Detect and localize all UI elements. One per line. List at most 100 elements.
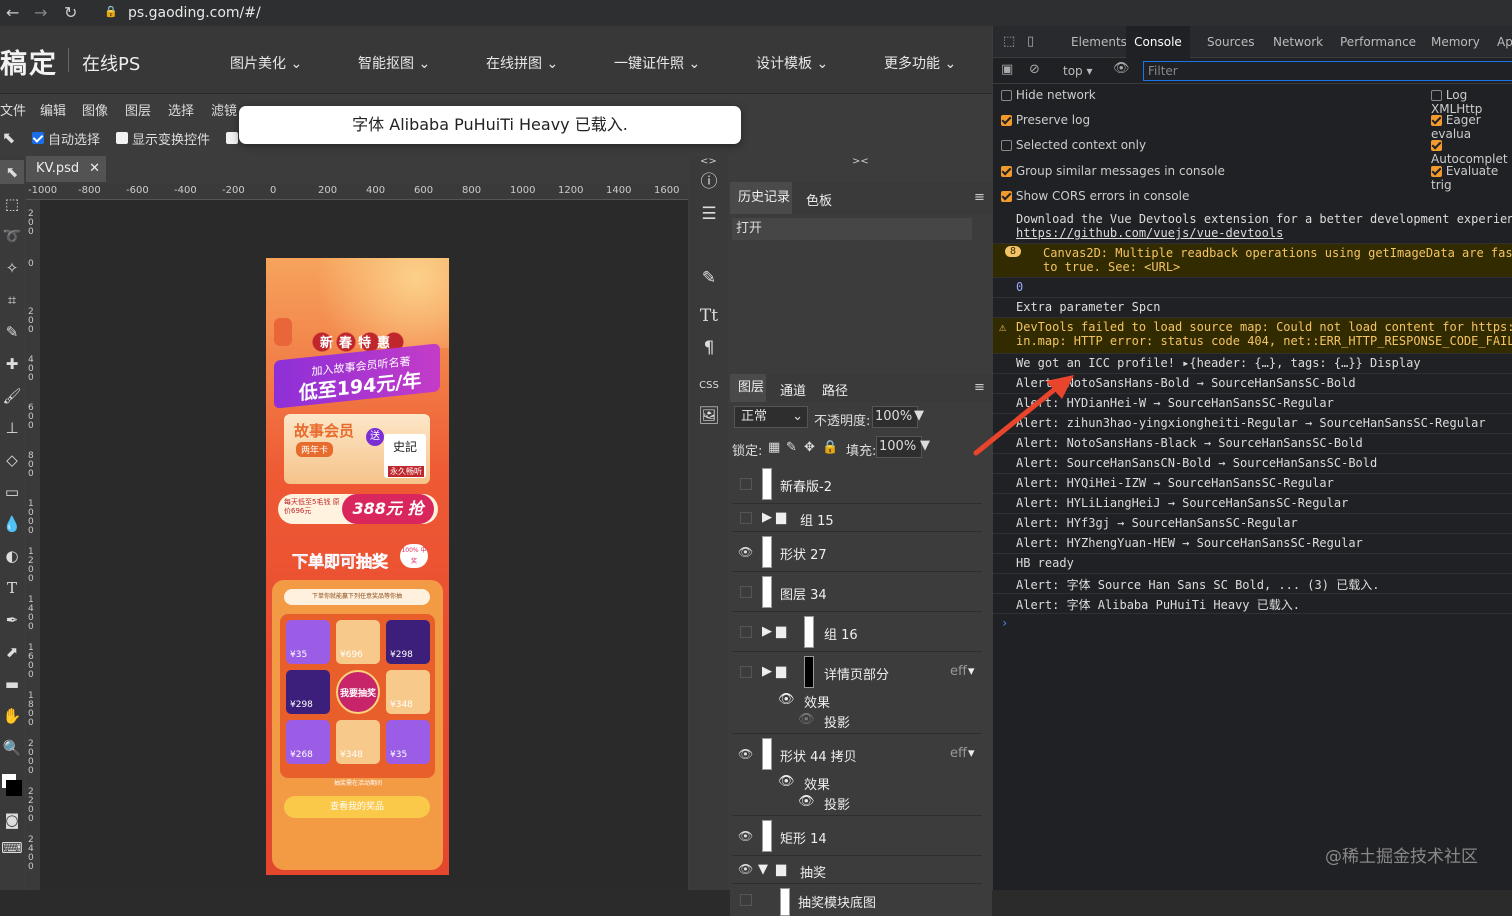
layer-row[interactable]: 👁 矩形 14 bbox=[732, 816, 982, 856]
opacity-input[interactable]: 100% bbox=[872, 406, 918, 428]
marquee-tool-icon[interactable]: ⬚ bbox=[0, 192, 24, 216]
nav-smart-cutout[interactable]: 智能抠图 ⌄ bbox=[358, 53, 430, 73]
text-tool-icon[interactable]: T bbox=[0, 576, 24, 600]
prize-cell[interactable]: ¥348 bbox=[336, 720, 380, 764]
reload-icon[interactable]: ↻ bbox=[64, 3, 77, 22]
tab-network[interactable]: Network bbox=[1273, 35, 1323, 49]
prize-cell[interactable]: ¥268 bbox=[286, 720, 330, 764]
tab-console[interactable]: Console bbox=[1126, 26, 1190, 58]
device-toggle-icon[interactable]: ▯ bbox=[1027, 34, 1034, 49]
menu-image[interactable]: 图像 bbox=[82, 100, 108, 119]
option-group-similar[interactable]: Group similar messages in console bbox=[1001, 164, 1225, 178]
expand-arrow-icon[interactable]: ▶ bbox=[762, 664, 772, 679]
info-icon[interactable]: ⓘ bbox=[690, 168, 728, 196]
screen-mode-icon[interactable]: ⌨ bbox=[0, 836, 24, 860]
lottery-center-button[interactable]: 我要抽奖 bbox=[336, 670, 380, 714]
menu-filter[interactable]: 滤镜 bbox=[211, 100, 237, 119]
sidebar-toggle-icon[interactable]: ▣ bbox=[1001, 62, 1013, 77]
layer-row[interactable]: 👁 形状 44 拷贝 eff ▾ 👁 效果 👁 投影 bbox=[732, 734, 982, 816]
tab-performance[interactable]: Performance bbox=[1340, 35, 1416, 49]
option-preserve-log[interactable]: Preserve log bbox=[1001, 113, 1090, 127]
brush-tool-icon[interactable]: 🖌 bbox=[0, 384, 24, 408]
eyedropper-icon[interactable]: ✎ bbox=[0, 320, 24, 344]
address-bar[interactable]: ps.gaoding.com/#/ bbox=[116, 2, 1512, 24]
tab-paths[interactable]: 路径 bbox=[822, 380, 848, 399]
logo[interactable]: 稿定 bbox=[0, 42, 58, 81]
visibility-toggle[interactable] bbox=[740, 512, 752, 524]
quick-mask-icon[interactable]: ◙ bbox=[0, 808, 24, 832]
menu-file[interactable]: 文件 bbox=[0, 100, 26, 119]
healing-icon[interactable]: ✚ bbox=[0, 352, 24, 376]
prize-cell[interactable]: ¥35 bbox=[286, 620, 330, 664]
prize-cell[interactable]: ¥35 bbox=[386, 720, 430, 764]
layer-row[interactable]: 图层 34 bbox=[732, 572, 982, 612]
artboard[interactable]: 新春特惠 加入故事会员听名著 低至194元/年 故事会员 两年卡 送 史記 永久… bbox=[266, 258, 449, 875]
nav-collage[interactable]: 在线拼图 ⌄ bbox=[486, 53, 558, 73]
hand-tool-icon[interactable]: ✋ bbox=[0, 704, 24, 728]
option-cors-errors[interactable]: Show CORS errors in console bbox=[1001, 189, 1189, 203]
fill-dropdown-icon[interactable]: ▼ bbox=[920, 438, 930, 453]
expand-icon[interactable]: >< bbox=[852, 156, 869, 167]
shape-tool-icon[interactable]: ▬ bbox=[0, 672, 24, 696]
gradient-tool-icon[interactable]: ▭ bbox=[0, 480, 24, 504]
lock-paint-icon[interactable]: ✎ bbox=[786, 440, 797, 455]
fill-input[interactable]: 100% bbox=[876, 436, 922, 458]
effects-badge[interactable]: eff bbox=[950, 664, 967, 679]
blur-tool-icon[interactable]: 💧 bbox=[0, 512, 24, 536]
visibility-toggle[interactable] bbox=[740, 478, 752, 490]
menu-layer[interactable]: 图层 bbox=[125, 100, 151, 119]
visibility-toggle[interactable] bbox=[740, 666, 752, 678]
prize-cell[interactable]: ¥298 bbox=[286, 670, 330, 714]
option-evaluate-triggers[interactable]: Evaluate trig bbox=[1431, 164, 1512, 192]
eye-icon[interactable]: 👁 bbox=[1113, 61, 1130, 76]
eye-icon[interactable]: 👁 bbox=[738, 862, 754, 876]
eye-icon[interactable]: 👁 bbox=[738, 829, 754, 843]
expand-arrow-icon[interactable]: ▶ bbox=[762, 510, 772, 525]
tab-sources[interactable]: Sources bbox=[1207, 35, 1254, 49]
eraser-tool-icon[interactable]: ◇ bbox=[0, 448, 24, 472]
move-tool-icon[interactable]: ⬉ bbox=[0, 160, 24, 184]
eye-icon[interactable]: 👁 bbox=[738, 747, 754, 761]
inspect-icon[interactable]: ⬚ bbox=[1003, 34, 1015, 49]
context-select[interactable]: top ▾ bbox=[1063, 64, 1093, 78]
dodge-tool-icon[interactable]: ◐ bbox=[0, 544, 24, 568]
panel-menu-icon[interactable]: ≡ bbox=[974, 190, 985, 205]
clear-console-icon[interactable]: ⊘ bbox=[1029, 62, 1040, 77]
brush-settings-icon[interactable]: ✎ bbox=[690, 264, 728, 292]
console-link[interactable]: https://github.com/vuejs/vue-devtools bbox=[1016, 226, 1512, 240]
layer-row[interactable]: 👁 形状 27 bbox=[732, 532, 982, 572]
chevron-down-icon[interactable]: ▾ bbox=[968, 746, 975, 761]
eye-icon[interactable]: 👁 bbox=[778, 692, 795, 707]
nav-photo-beautify[interactable]: 图片美化 ⌄ bbox=[230, 53, 302, 73]
tab-memory[interactable]: Memory bbox=[1431, 35, 1480, 49]
prize-cell[interactable]: ¥696 bbox=[336, 620, 380, 664]
forward-icon[interactable]: → bbox=[34, 3, 47, 22]
menu-select[interactable]: 选择 bbox=[168, 100, 194, 119]
tab-elements[interactable]: Elements bbox=[1071, 35, 1127, 49]
option-selected-context[interactable]: Selected context only bbox=[1001, 138, 1146, 152]
crop-tool-icon[interactable]: ⌗ bbox=[0, 288, 24, 312]
eye-icon[interactable]: 👁 bbox=[778, 774, 795, 789]
visibility-toggle[interactable] bbox=[740, 626, 752, 638]
option-log-xhr[interactable]: Log XMLHttp bbox=[1431, 88, 1512, 116]
prize-cell[interactable]: ¥348 bbox=[386, 670, 430, 714]
tab-application[interactable]: Ap bbox=[1497, 35, 1512, 49]
css-icon[interactable]: CSS bbox=[690, 372, 728, 400]
zoom-tool-icon[interactable]: 🔍 bbox=[0, 736, 24, 760]
stamp-tool-icon[interactable]: ⊥ bbox=[0, 416, 24, 440]
tab-swatches[interactable]: 色板 bbox=[806, 190, 832, 209]
auto-select-checkbox[interactable] bbox=[32, 130, 44, 145]
document-tab[interactable]: KV.psd ✕ bbox=[26, 156, 106, 182]
pen-tool-icon[interactable]: ✒ bbox=[0, 608, 24, 632]
layer-row[interactable]: 抽奖模块底图 bbox=[732, 884, 982, 916]
prize-cell[interactable]: ¥298 bbox=[386, 620, 430, 664]
layer-row[interactable]: ▶ ▆ 组 15 bbox=[732, 504, 982, 532]
layer-row[interactable]: ▶ ▆ 组 16 bbox=[732, 612, 982, 652]
lock-position-icon[interactable]: ✥ bbox=[804, 440, 815, 455]
buy-button[interactable]: 388元 抢 bbox=[342, 494, 434, 524]
paragraph-icon[interactable]: ¶ bbox=[690, 334, 728, 362]
nav-more[interactable]: 更多功能 ⌄ bbox=[884, 53, 956, 73]
option-eager-eval[interactable]: Eager evalua bbox=[1431, 113, 1512, 141]
lock-all-icon[interactable]: 🔒 bbox=[822, 440, 838, 455]
nav-id-photo[interactable]: 一键证件照 ⌄ bbox=[614, 53, 700, 73]
